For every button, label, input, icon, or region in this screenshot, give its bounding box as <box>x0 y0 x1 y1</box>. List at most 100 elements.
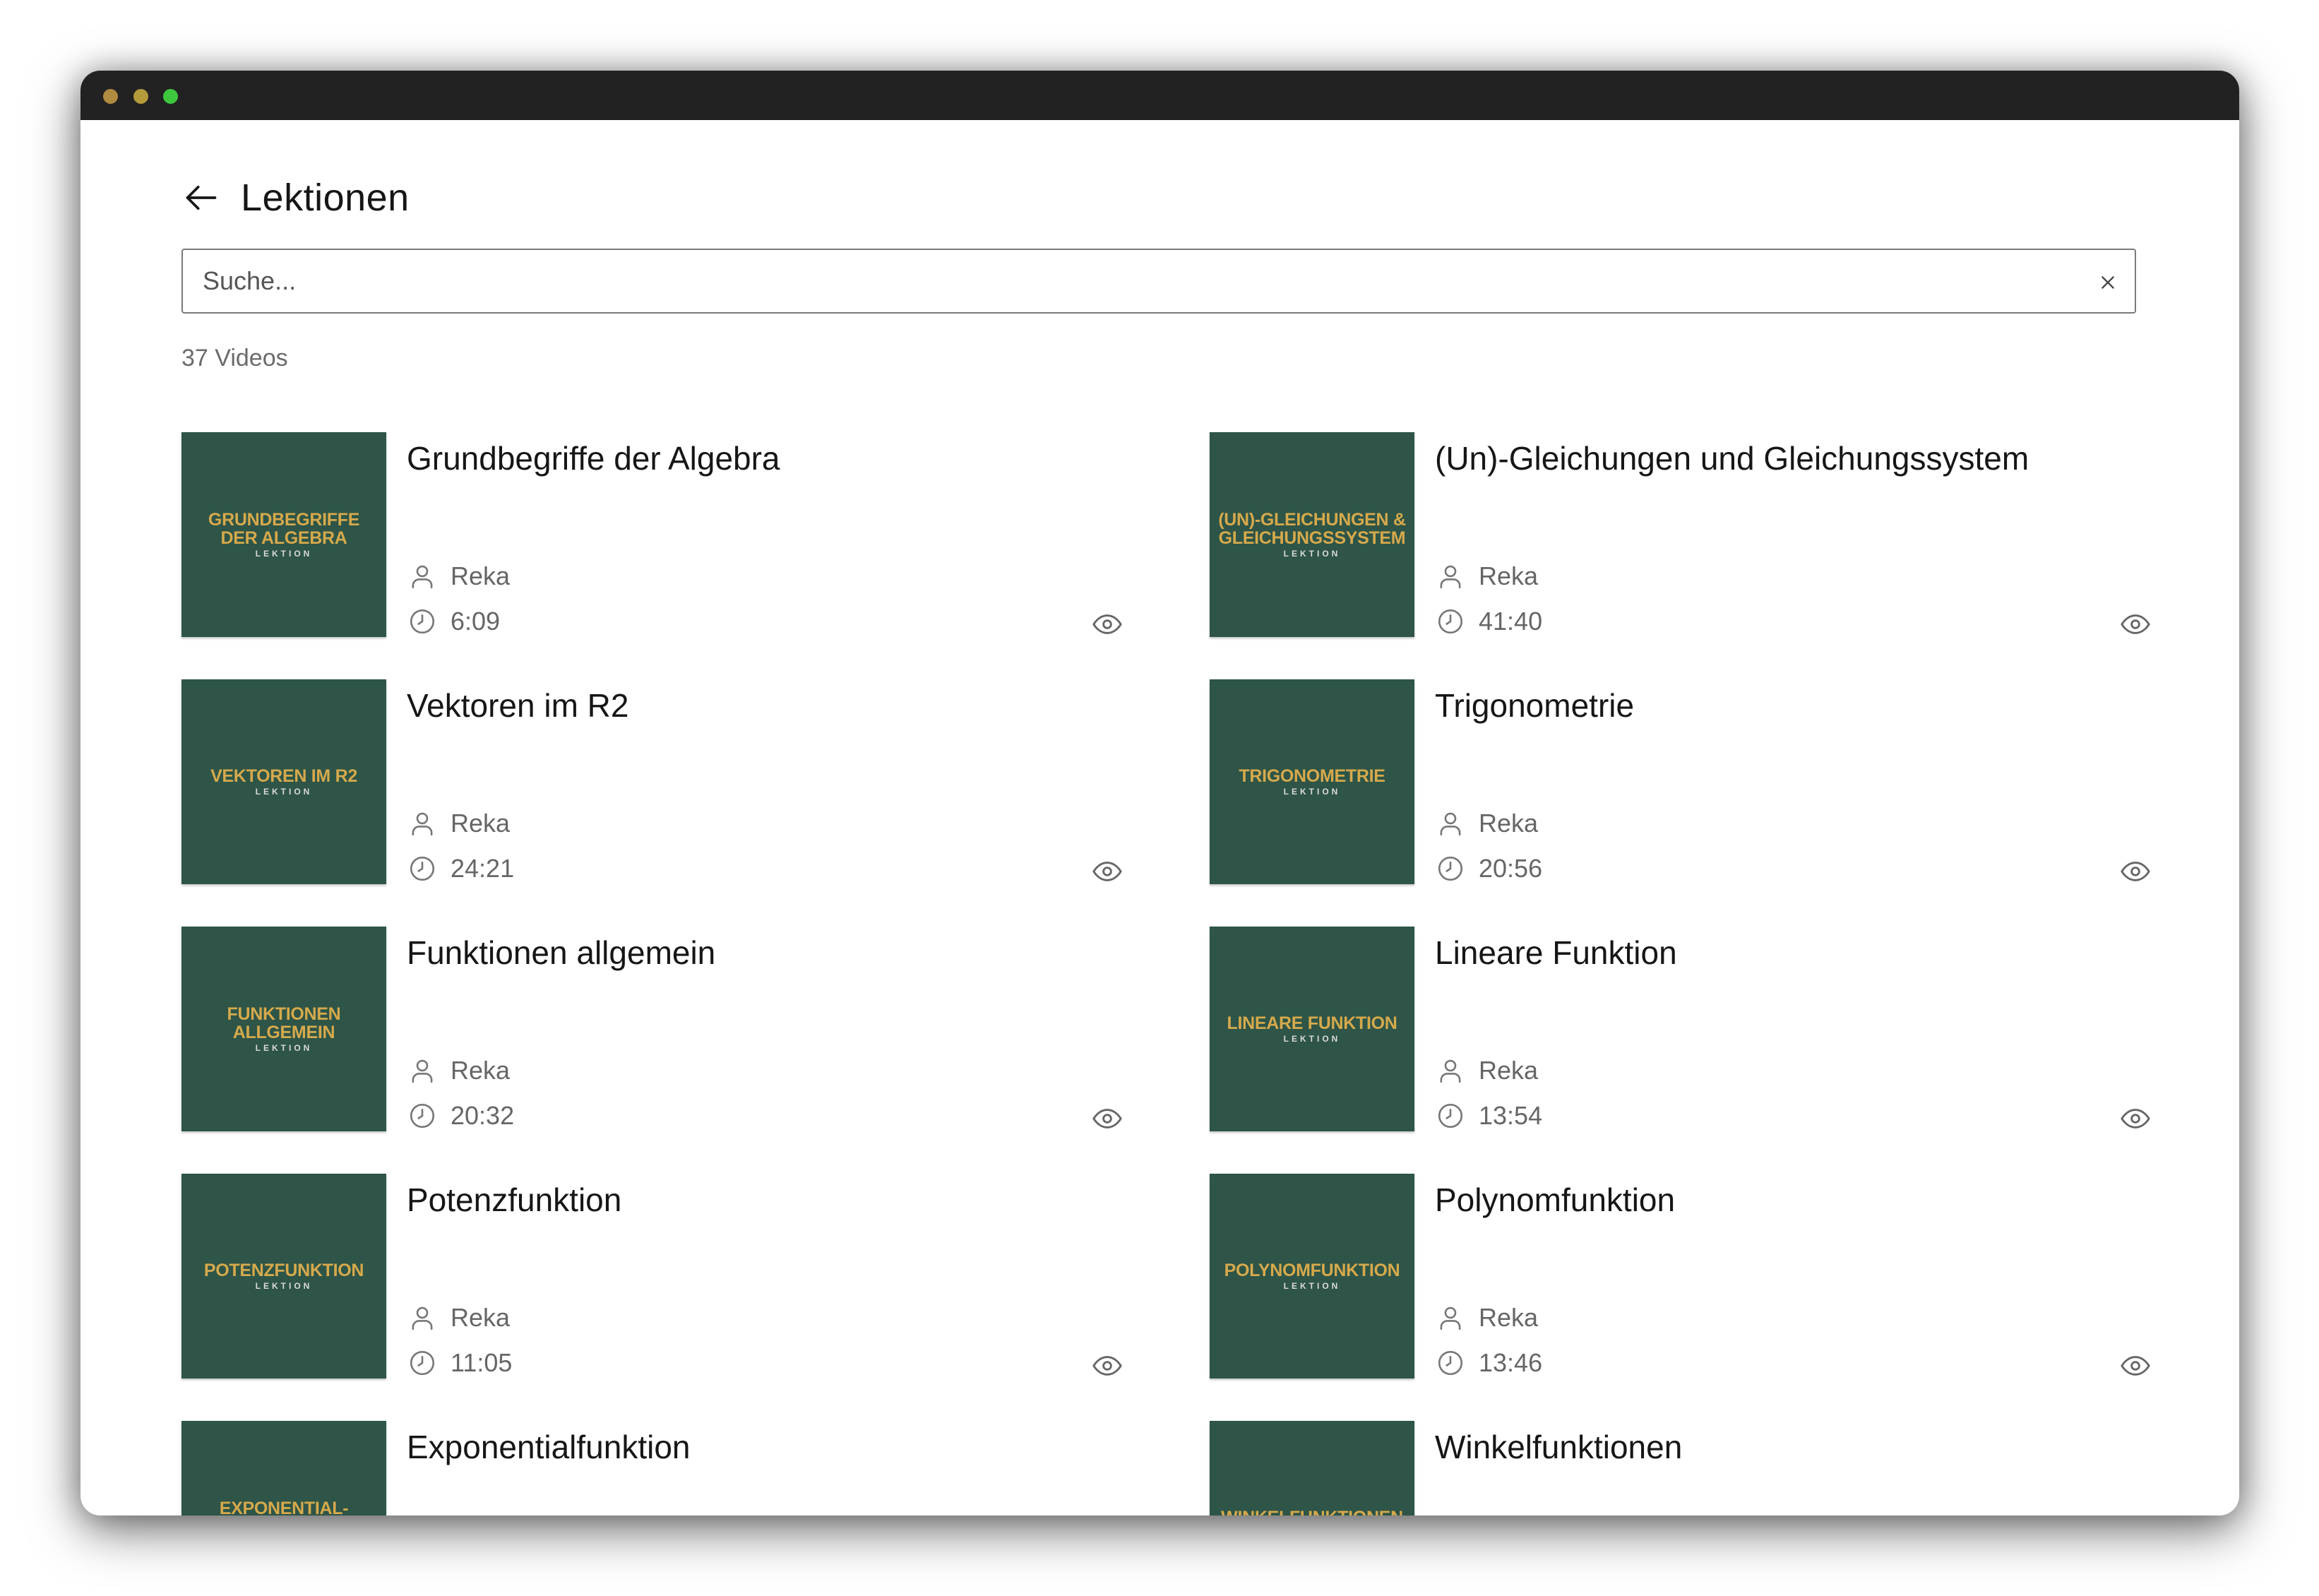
eye-icon <box>2121 614 2150 634</box>
view-button[interactable] <box>2118 1102 2152 1136</box>
thumbnail-title: GRUNDBEGRIFFE DER ALGEBRA <box>208 510 360 548</box>
thumbnail-title: TRIGONOMETRIE <box>1239 766 1385 786</box>
eye-icon <box>1092 1356 1122 1376</box>
arrow-left-icon <box>186 185 217 210</box>
page-title: Lektionen <box>241 177 410 219</box>
video-item[interactable]: LINEARE FUNKTION LEKTION Lineare Funktio… <box>1210 927 2152 1131</box>
thumbnail-subtitle: LEKTION <box>1283 549 1341 559</box>
video-item[interactable]: TRIGONOMETRIE LEKTION Trigonometrie Reka… <box>1210 679 2152 884</box>
video-thumbnail[interactable]: POLYNOMFUNKTION LEKTION <box>1210 1174 1414 1378</box>
view-button[interactable] <box>1090 1102 1124 1136</box>
video-title[interactable]: Trigonometrie <box>1435 686 1634 725</box>
thumbnail-subtitle: LEKTION <box>255 1281 313 1291</box>
video-thumbnail[interactable]: GRUNDBEGRIFFE DER ALGEBRA LEKTION <box>181 432 386 637</box>
view-button[interactable] <box>1090 1349 1124 1383</box>
user-icon <box>1435 808 1466 839</box>
video-item[interactable]: FUNKTIONEN ALLGEMEIN LEKTION Funktionen … <box>181 927 1124 1131</box>
clock-icon <box>1435 606 1466 637</box>
author-name: Reka <box>451 1303 511 1332</box>
video-thumbnail[interactable]: WINKELFUNKTIONEN LEKTION <box>1210 1421 1414 1515</box>
video-title[interactable]: Vektoren im R2 <box>407 686 628 725</box>
video-thumbnail[interactable]: POTENZFUNKTION LEKTION <box>181 1174 386 1378</box>
video-title[interactable]: Polynomfunktion <box>1435 1181 1675 1219</box>
video-author: Reka <box>407 561 510 592</box>
clock-icon <box>407 1100 438 1131</box>
search-box <box>181 249 2136 314</box>
close-icon <box>2102 276 2114 289</box>
thumbnail-title: FUNKTIONEN ALLGEMEIN <box>227 1004 341 1042</box>
video-thumbnail[interactable]: VEKTOREN IM R2 LEKTION <box>181 679 386 884</box>
thumbnail-subtitle: LEKTION <box>1283 1034 1341 1044</box>
user-icon <box>1435 1055 1466 1086</box>
user-icon <box>1435 561 1466 592</box>
view-button[interactable] <box>2118 607 2152 641</box>
clock-icon <box>1435 1100 1466 1131</box>
window-maximize-dot[interactable] <box>163 89 178 104</box>
video-thumbnail[interactable]: TRIGONOMETRIE LEKTION <box>1210 679 1414 884</box>
author-name: Reka <box>1479 809 1539 838</box>
video-duration: 41:40 <box>1435 606 1542 637</box>
thumbnail-title: EXPONENTIAL- FUNKTION <box>219 1499 349 1515</box>
eye-icon <box>1092 862 1122 881</box>
clear-search-button[interactable] <box>2094 268 2122 297</box>
thumbnail-subtitle: LEKTION <box>1283 787 1341 797</box>
window-minimize-dot[interactable] <box>133 89 148 104</box>
video-title[interactable]: Funktionen allgemein <box>407 934 715 972</box>
view-button[interactable] <box>2118 854 2152 888</box>
duration-value: 20:32 <box>451 1101 515 1130</box>
video-title[interactable]: Exponentialfunktion <box>407 1428 691 1466</box>
thumbnail-title: LINEARE FUNKTION <box>1227 1013 1397 1033</box>
eye-icon <box>2121 1356 2150 1376</box>
duration-value: 41:40 <box>1479 607 1543 636</box>
video-thumbnail[interactable]: FUNKTIONEN ALLGEMEIN LEKTION <box>181 927 386 1131</box>
video-item[interactable]: GRUNDBEGRIFFE DER ALGEBRA LEKTION Grundb… <box>181 432 1124 637</box>
video-item[interactable]: POLYNOMFUNKTION LEKTION Polynomfunktion … <box>1210 1174 2152 1378</box>
video-item[interactable]: EXPONENTIAL- FUNKTION LEKTION Exponentia… <box>181 1421 1124 1515</box>
video-title[interactable]: (Un)-Gleichungen und Gleichungssystem <box>1435 439 2029 477</box>
window-close-dot[interactable] <box>103 89 118 104</box>
back-button[interactable] <box>181 178 221 218</box>
thumbnail-subtitle: LEKTION <box>255 787 313 797</box>
video-title[interactable]: Potenzfunktion <box>407 1181 621 1219</box>
video-item[interactable]: WINKELFUNKTIONEN LEKTION Winkelfunktione… <box>1210 1421 2152 1515</box>
video-duration: 20:56 <box>1435 853 1542 884</box>
duration-value: 24:21 <box>451 854 515 883</box>
video-title[interactable]: Grundbegriffe der Algebra <box>407 439 780 477</box>
video-thumbnail[interactable]: LINEARE FUNKTION LEKTION <box>1210 927 1414 1131</box>
author-name: Reka <box>1479 561 1539 590</box>
thumbnail-subtitle: LEKTION <box>255 1043 313 1053</box>
video-item[interactable]: POTENZFUNKTION LEKTION Potenzfunktion Re… <box>181 1174 1124 1378</box>
video-duration: 11:05 <box>407 1347 512 1378</box>
video-title[interactable]: Lineare Funktion <box>1435 934 1677 972</box>
thumbnail-subtitle: LEKTION <box>255 549 313 559</box>
author-name: Reka <box>451 809 511 838</box>
view-button[interactable] <box>2118 1349 2152 1383</box>
video-author: Reka <box>407 808 510 839</box>
video-title[interactable]: Winkelfunktionen <box>1435 1428 1682 1466</box>
video-author: Reka <box>1435 808 1538 839</box>
clock-icon <box>1435 853 1466 884</box>
view-button[interactable] <box>1090 607 1124 641</box>
eye-icon <box>1092 614 1122 634</box>
video-author: Reka <box>1435 561 1538 592</box>
thumbnail-title: POTENZFUNKTION <box>203 1261 364 1280</box>
search-input[interactable] <box>183 250 2135 312</box>
thumbnail-title: VEKTOREN IM R2 <box>210 766 357 786</box>
video-author: Reka <box>1435 1055 1538 1086</box>
thumbnail-title: WINKELFUNKTIONEN <box>1221 1508 1403 1515</box>
thumbnail-subtitle: LEKTION <box>1283 1281 1341 1291</box>
user-icon <box>407 1302 438 1333</box>
duration-value: 6:09 <box>451 607 501 636</box>
video-thumbnail[interactable]: (UN)-GLEICHUNGEN & GLEICHUNGSSYSTEM LEKT… <box>1210 432 1414 637</box>
video-duration: 24:21 <box>407 853 514 884</box>
user-icon <box>1435 1302 1466 1333</box>
video-count: 37 Videos <box>181 345 288 371</box>
video-duration: 13:46 <box>1435 1347 1542 1378</box>
video-item[interactable]: (UN)-GLEICHUNGEN & GLEICHUNGSSYSTEM LEKT… <box>1210 432 2152 637</box>
thumbnail-title: (UN)-GLEICHUNGEN & GLEICHUNGSSYSTEM <box>1218 510 1406 548</box>
video-item[interactable]: VEKTOREN IM R2 LEKTION Vektoren im R2 Re… <box>181 679 1124 884</box>
video-duration: 6:09 <box>407 606 500 637</box>
author-name: Reka <box>1479 1303 1539 1332</box>
view-button[interactable] <box>1090 854 1124 888</box>
video-thumbnail[interactable]: EXPONENTIAL- FUNKTION LEKTION <box>181 1421 386 1515</box>
